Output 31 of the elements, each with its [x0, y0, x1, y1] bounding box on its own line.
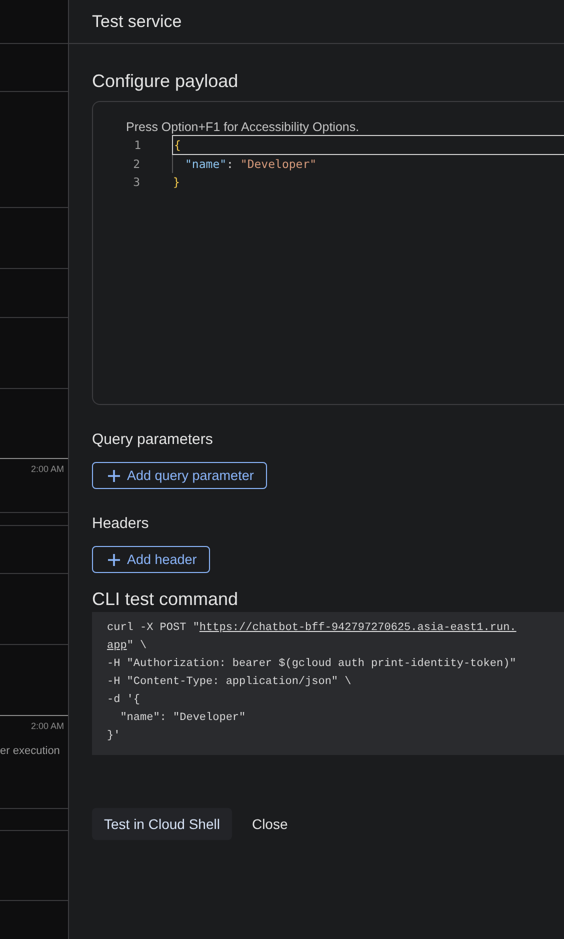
accessibility-hint: Press Option+F1 for Accessibility Options. — [126, 120, 360, 134]
section-heading: Configure payload — [92, 71, 238, 92]
section-heading: CLI test command — [92, 589, 238, 610]
add-header-button[interactable]: Add header — [92, 546, 210, 573]
axis-label: 2:00 AM — [30, 464, 64, 474]
code-editor[interactable]: Press Option+F1 for Accessibility Options. 1 { 2 "name": "Developer" 3 } — [92, 101, 564, 405]
code-line: "name": "Developer" — [119, 711, 247, 726]
cloud-shell-button[interactable]: Test in Cloud Shell — [92, 808, 232, 840]
url-link[interactable]: app — [107, 640, 127, 652]
plus-icon — [108, 554, 120, 566]
line-number: 3 — [132, 175, 140, 189]
code-line: -d '{ — [107, 693, 142, 708]
line-number: 2 — [132, 157, 140, 171]
section-heading: Query parameters — [92, 431, 213, 448]
code-line: curl -X POST "https://chatbot-bff-942797270625.asia-east1.run. — [107, 621, 518, 636]
code-line: app" \ — [107, 639, 148, 654]
url-link[interactable]: https://chatbot-bff-942797270625.asia-east1.run. — [199, 622, 516, 634]
plus-icon — [108, 470, 120, 482]
line-number: 1 — [133, 138, 141, 152]
code-line: -H "Content-Type: application/json" \ — [107, 675, 352, 690]
code-line: "name": "Developer" — [172, 155, 317, 173]
code-line: } — [172, 175, 180, 189]
close-button[interactable]: Close — [240, 808, 300, 840]
code-line: { — [173, 138, 181, 152]
chart-caption: er execution — [0, 745, 60, 757]
axis-label: 2:00 AM — [30, 721, 64, 731]
code-line: }' — [107, 729, 122, 744]
code-line: -H "Authorization: bearer $(gcloud auth print-identity-token)" — [107, 657, 518, 672]
add-query-parameter-button[interactable]: Add query parameter — [92, 462, 267, 489]
section-heading: Headers — [92, 515, 149, 532]
panel-title: Test service — [92, 12, 182, 32]
